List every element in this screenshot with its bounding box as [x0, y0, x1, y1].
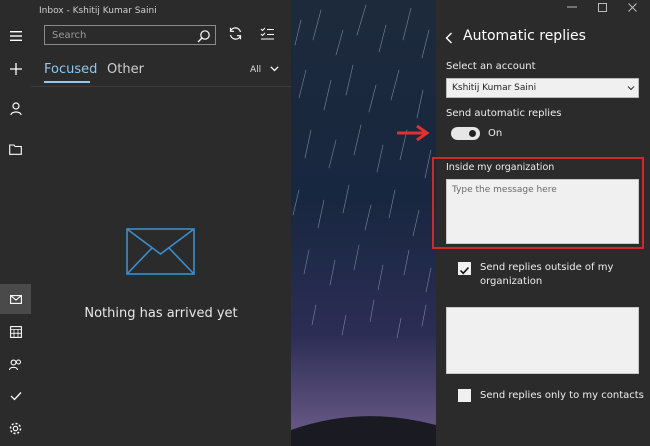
- tab-focused[interactable]: Focused: [44, 62, 97, 77]
- close-window-icon[interactable]: [621, 0, 643, 14]
- outside-organization-label-line1: Send replies outside of my: [480, 262, 614, 273]
- tab-other[interactable]: Other: [107, 62, 144, 77]
- contacts-only-checkbox[interactable]: [458, 389, 471, 402]
- selection-mode-icon[interactable]: [260, 26, 275, 45]
- panel-title: Automatic replies: [463, 28, 586, 44]
- inside-organization-label: Inside my organization: [446, 162, 555, 173]
- checkmark-icon: [459, 266, 470, 275]
- app-navigation-rail: [0, 0, 31, 446]
- toggle-knob: [469, 130, 476, 137]
- contacts-only-label: Send replies only to my contacts: [480, 390, 644, 401]
- filter-label: All: [250, 65, 262, 75]
- account-select-value: Kshitij Kumar Saini: [452, 83, 537, 93]
- people-icon[interactable]: [0, 350, 31, 380]
- account-select[interactable]: Kshitij Kumar Saini: [446, 78, 639, 98]
- reading-pane-background-image: [291, 0, 436, 446]
- maximize-window-icon[interactable]: [591, 0, 613, 14]
- divider: [31, 86, 291, 87]
- chevron-down-icon: [270, 66, 279, 72]
- toggle-state-label: On: [488, 128, 503, 139]
- window-title: Inbox - Kshitij Kumar Saini: [39, 6, 157, 16]
- search-input[interactable]: Search: [44, 25, 216, 45]
- outside-organization-message-textarea[interactable]: [446, 307, 639, 374]
- message-list-pane: Inbox - Kshitij Kumar Saini Search Focus…: [31, 0, 291, 446]
- annotation-arrow-icon: [395, 123, 431, 147]
- message-placeholder: Type the message here: [452, 185, 557, 195]
- filter-dropdown[interactable]: All: [250, 65, 279, 75]
- hamburger-menu-icon[interactable]: [0, 21, 31, 51]
- account-person-icon[interactable]: [0, 93, 31, 123]
- settings-gear-icon[interactable]: [0, 413, 31, 443]
- todo-checkmark-icon[interactable]: [0, 381, 31, 411]
- empty-state-message: Nothing has arrived yet: [84, 306, 238, 321]
- chevron-down-icon: [627, 82, 635, 97]
- inside-organization-message-textarea[interactable]: Type the message here: [446, 179, 639, 244]
- automatic-replies-toggle[interactable]: [451, 127, 480, 140]
- send-automatic-replies-label: Send automatic replies: [446, 108, 562, 119]
- select-account-label: Select an account: [446, 61, 536, 72]
- outside-organization-label-line2: organization: [480, 276, 543, 287]
- sync-icon[interactable]: [228, 26, 243, 45]
- folder-icon[interactable]: [0, 134, 31, 164]
- minimize-window-icon[interactable]: [561, 0, 583, 14]
- outside-organization-checkbox[interactable]: [458, 262, 471, 275]
- automatic-replies-panel: Automatic replies Select an account Kshi…: [432, 0, 650, 446]
- calendar-icon[interactable]: [0, 317, 31, 347]
- empty-inbox-envelope-icon: [126, 228, 195, 279]
- compose-plus-icon[interactable]: [0, 54, 31, 84]
- search-icon[interactable]: [197, 28, 211, 47]
- back-arrow-icon[interactable]: [445, 29, 453, 48]
- active-tab-indicator: [44, 81, 90, 83]
- mail-icon[interactable]: [0, 284, 31, 314]
- search-placeholder: Search: [52, 30, 87, 41]
